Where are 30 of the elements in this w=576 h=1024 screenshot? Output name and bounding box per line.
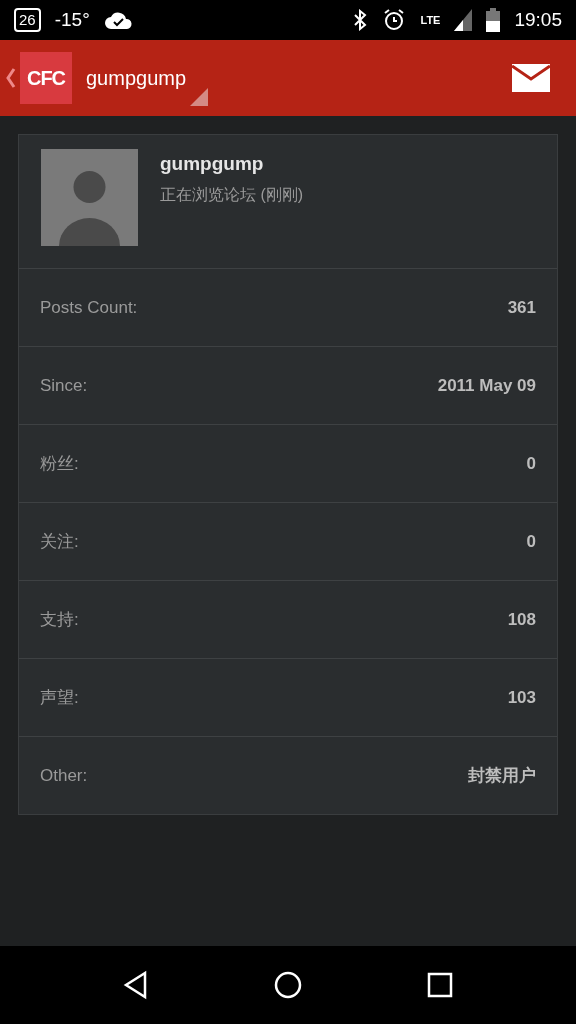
bluetooth-icon — [352, 9, 369, 31]
stat-label: 声望: — [40, 687, 79, 709]
user-status: 正在浏览论坛 (刚刚) — [160, 185, 304, 205]
battery-icon — [486, 8, 501, 32]
stat-label: 粉丝: — [40, 453, 79, 475]
avatar-icon — [41, 149, 138, 246]
stat-label: Posts Count: — [40, 297, 138, 318]
stat-value: 0 — [526, 453, 536, 474]
stat-label: 支持: — [40, 609, 79, 631]
mail-icon[interactable] — [512, 64, 550, 92]
signal-icon — [454, 9, 473, 31]
stat-value: 103 — [507, 687, 536, 708]
network-type: LTE — [420, 14, 441, 26]
stat-value: 361 — [507, 297, 536, 318]
stat-label: Since: — [40, 375, 88, 396]
home-icon[interactable] — [273, 970, 303, 1000]
stat-label: 关注: — [40, 531, 79, 553]
cloud-check-icon — [103, 10, 134, 30]
stat-value: 0 — [526, 531, 536, 552]
stat-label: Other: — [40, 765, 88, 786]
stat-value: 108 — [507, 609, 536, 630]
temperature: -15° — [54, 9, 90, 31]
app-logo[interactable]: CFC — [20, 52, 72, 104]
clock: 19:05 — [514, 9, 562, 31]
stat-value: 封禁用户 — [468, 765, 536, 787]
app-title: gumpgump — [86, 66, 187, 90]
recent-apps-icon[interactable] — [425, 970, 455, 1000]
calendar-date: 26 — [14, 8, 41, 32]
stat-value: 2011 May 09 — [437, 375, 536, 396]
user-name: gumpgump — [160, 153, 265, 175]
